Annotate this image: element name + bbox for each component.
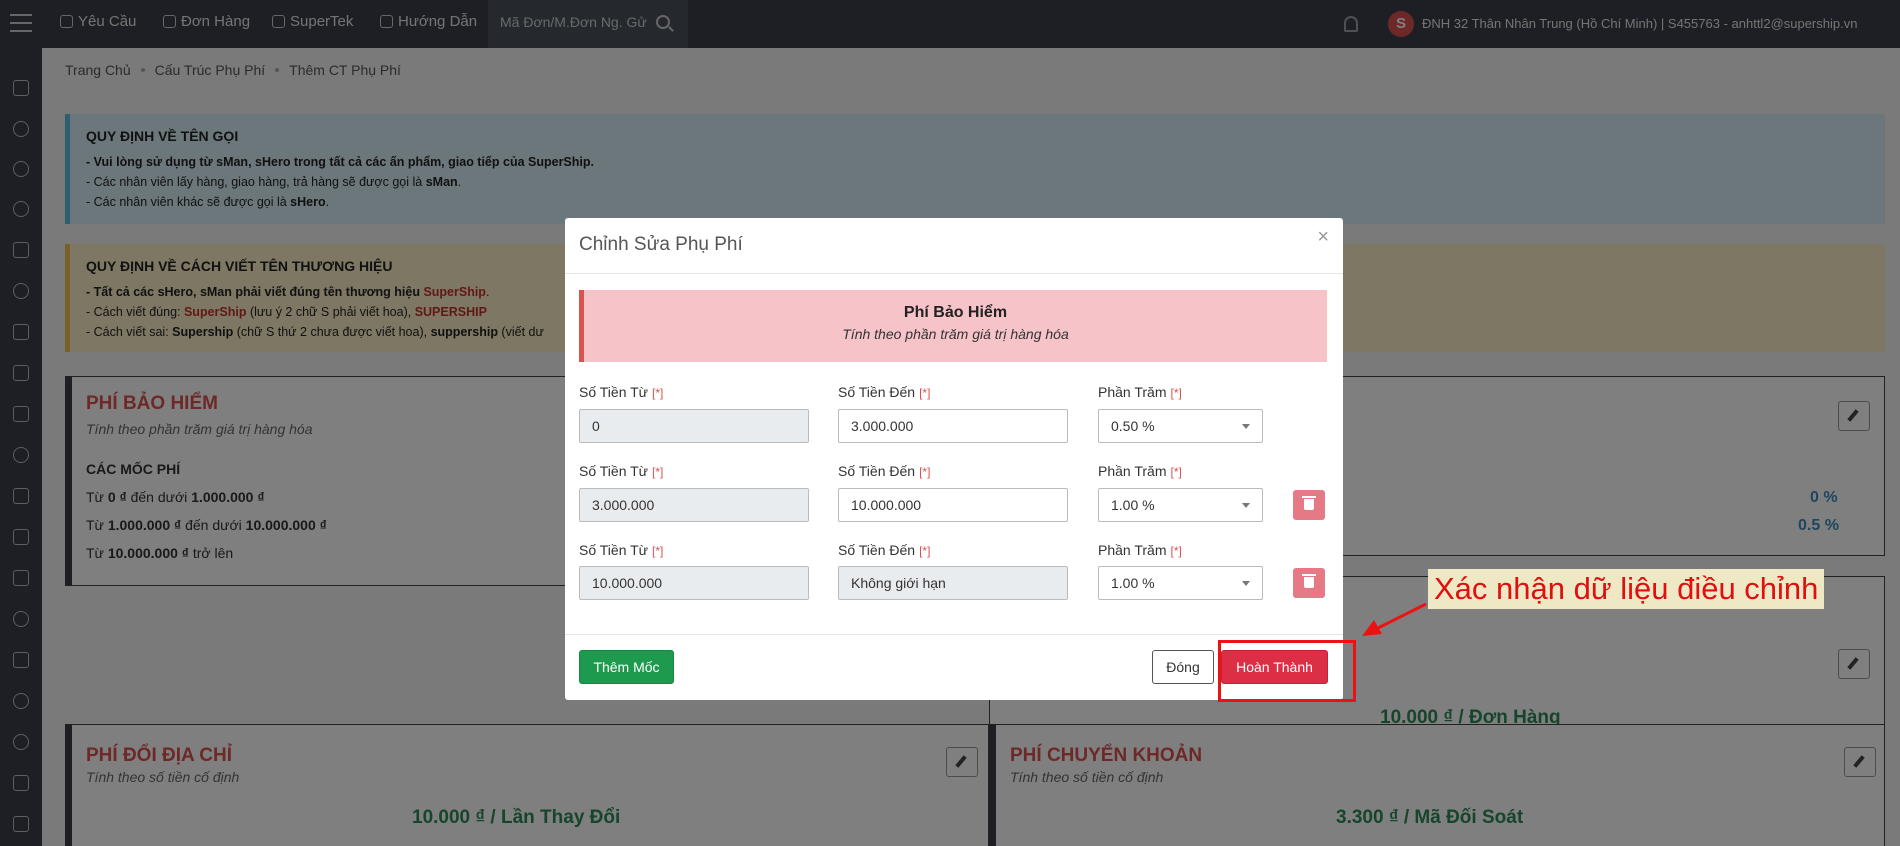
label-percent: Phần Trăm [*] [1098,463,1182,479]
label-amount-to: Số Tiền Đến [*] [838,384,931,400]
fee-banner: Phí Bảo Hiểm Tính theo phần trăm giá trị… [579,290,1327,362]
label-amount-from: Số Tiền Từ [*] [579,384,664,400]
add-tier-button[interactable]: Thêm Mốc [579,650,674,684]
label-amount-from: Số Tiền Từ [*] [579,542,664,558]
close-icon[interactable]: × [1317,226,1329,249]
annotation-highlight-box [1218,640,1356,702]
label-amount-to: Số Tiền Đến [*] [838,463,931,479]
amount-to-field[interactable] [838,566,1068,600]
annotation-label: Xác nhận dữ liệu điều chỉnh [1428,569,1825,609]
modal-title: Chỉnh Sửa Phụ Phí [579,234,743,255]
amount-from-field[interactable] [579,566,809,600]
banner-subtitle: Tính theo phần trăm giá trị hàng hóa [842,326,1069,342]
trash-icon [1302,496,1316,510]
modal-header: Chỉnh Sửa Phụ Phí × [565,218,1343,274]
label-percent: Phần Trăm [*] [1098,384,1182,400]
label-percent: Phần Trăm [*] [1098,542,1182,558]
amount-from-field[interactable] [579,488,809,522]
trash-icon [1302,574,1316,588]
modal-footer-divider [565,634,1343,635]
banner-title: Phí Bảo Hiểm [903,304,1008,321]
edit-fee-modal: Chỉnh Sửa Phụ Phí × Phí Bảo Hiểm Tính th… [565,218,1343,700]
label-amount-from: Số Tiền Từ [*] [579,463,664,479]
label-amount-to: Số Tiền Đến [*] [838,542,931,558]
annotation-arrow-icon [1362,602,1427,636]
amount-to-field[interactable] [838,488,1068,522]
percent-select[interactable]: 0.50 % [1098,409,1263,443]
amount-to-field[interactable] [838,409,1068,443]
delete-row-button[interactable] [1293,490,1325,520]
amount-from-field[interactable] [579,409,809,443]
delete-row-button[interactable] [1293,568,1325,598]
percent-select[interactable]: 1.00 % [1098,488,1263,522]
percent-select[interactable]: 1.00 % [1098,566,1263,600]
close-button[interactable]: Đóng [1152,650,1214,684]
